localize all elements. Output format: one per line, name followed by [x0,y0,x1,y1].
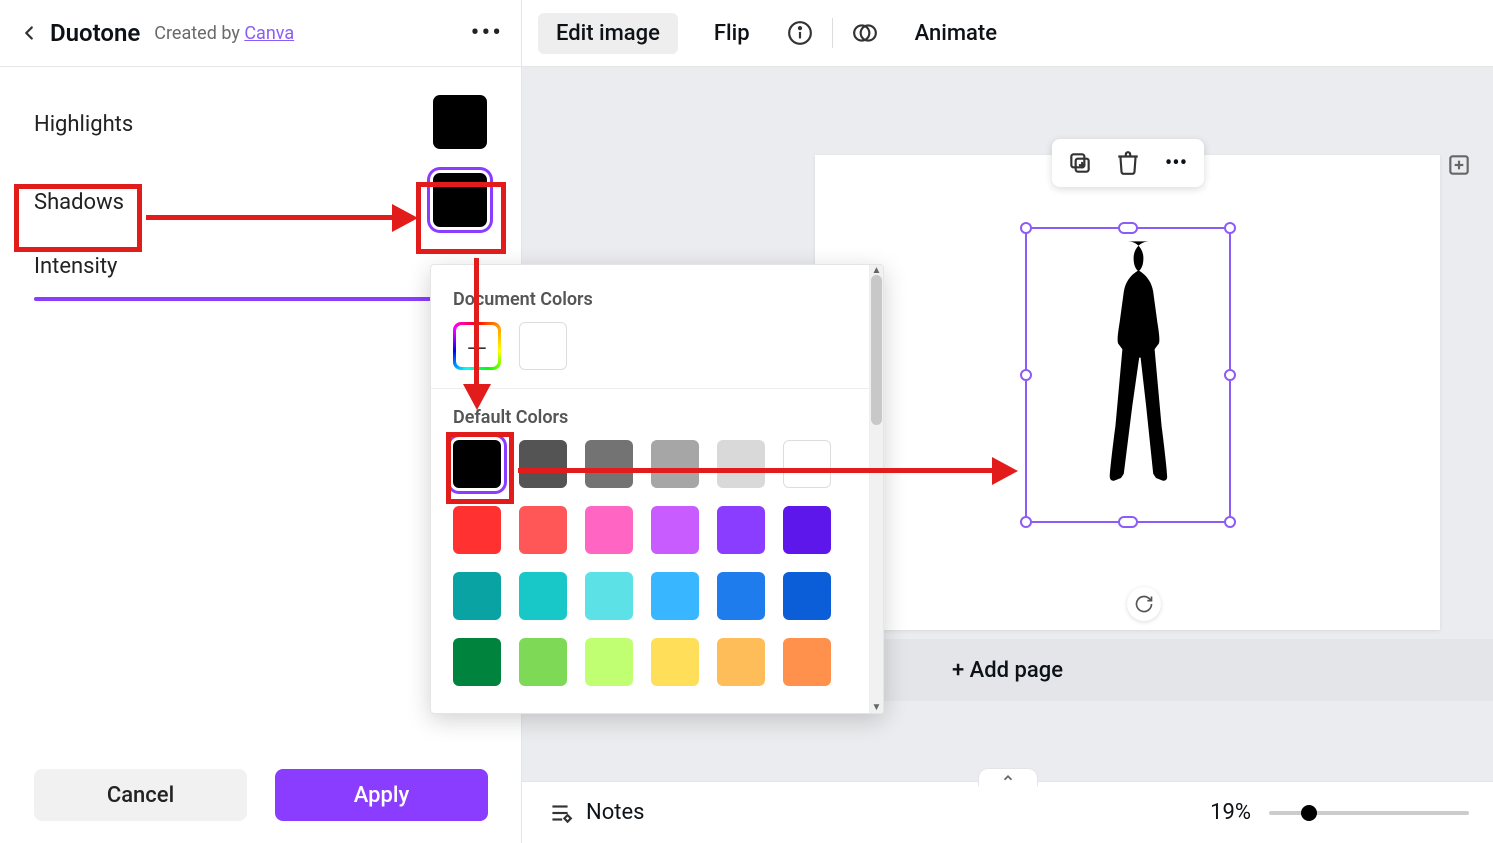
zoom-percent[interactable]: 19% [1210,800,1251,825]
add-page-icon[interactable] [1445,151,1473,179]
color-swatch[interactable] [453,572,501,620]
edit-image-button[interactable]: Edit image [538,13,678,54]
color-swatch[interactable] [519,638,567,686]
flip-button[interactable]: Flip [696,13,768,54]
separator [832,18,833,48]
highlights-label: Highlights [34,112,133,137]
color-swatch[interactable] [783,572,831,620]
top-toolbar: Edit image Flip Animate [522,0,1493,67]
info-icon[interactable] [786,19,814,47]
resize-handle[interactable] [1020,516,1032,528]
back-icon[interactable] [18,22,40,44]
zoom-thumb[interactable] [1301,805,1317,821]
intensity-slider[interactable] [34,297,487,301]
highlights-row: Highlights [34,85,487,163]
color-swatch[interactable] [453,440,501,488]
add-page-label: + Add page [952,658,1063,683]
more-icon[interactable]: ••• [471,18,503,48]
panel-title: Duotone [50,19,140,47]
trash-icon[interactable] [1114,149,1142,177]
color-swatch[interactable] [519,440,567,488]
color-swatch[interactable] [783,440,831,488]
color-swatch[interactable] [651,440,699,488]
color-swatch[interactable] [717,506,765,554]
resize-handle[interactable] [1118,516,1138,528]
document-colors-label: Document Colors [453,289,847,310]
notes-label[interactable]: Notes [586,800,644,825]
color-swatch[interactable] [453,506,501,554]
created-by-label: Created by Canva [154,23,294,44]
color-swatch[interactable] [717,572,765,620]
color-swatch[interactable] [717,440,765,488]
shadows-label: Shadows [34,190,124,215]
color-swatch[interactable] [717,638,765,686]
scroll-thumb[interactable] [871,275,882,425]
duplicate-icon[interactable] [1066,149,1094,177]
separator [431,388,869,389]
more-element-icon[interactable]: ••• [1162,149,1190,177]
color-popover: Document Colors ＋ Default Colors ▲ ▼ [430,264,884,714]
color-swatch[interactable] [585,506,633,554]
silhouette-image[interactable] [1053,233,1203,517]
design-page[interactable] [815,155,1440,630]
shadows-row: Shadows [34,163,487,241]
zoom-slider[interactable] [1269,811,1469,815]
color-swatch[interactable] [651,506,699,554]
color-swatch[interactable] [585,572,633,620]
resize-handle[interactable] [1020,222,1032,234]
transparency-icon[interactable] [851,19,879,47]
shadows-swatch[interactable] [433,173,487,227]
highlights-swatch[interactable] [433,95,487,149]
sync-icon[interactable] [1127,587,1161,621]
color-swatch[interactable] [519,506,567,554]
notes-icon[interactable] [546,799,574,827]
popover-scrollbar[interactable]: ▲ ▼ [869,265,883,713]
collapse-tab[interactable] [978,768,1038,786]
add-color-button[interactable]: ＋ [453,322,501,370]
creator-link[interactable]: Canva [244,23,294,44]
color-swatch[interactable] [651,638,699,686]
color-swatch[interactable] [783,638,831,686]
resize-handle[interactable] [1118,222,1138,234]
color-swatch[interactable] [783,506,831,554]
selection-box[interactable] [1025,227,1231,523]
element-toolbar: ••• [1052,139,1204,187]
scroll-down-icon[interactable]: ▼ [870,702,883,713]
default-colors-label: Default Colors [453,407,847,428]
color-swatch[interactable] [651,572,699,620]
color-swatch[interactable] [585,440,633,488]
status-bar: Notes 19% [522,781,1493,843]
apply-button[interactable]: Apply [275,769,488,821]
resize-handle[interactable] [1224,222,1236,234]
created-by-prefix: Created by [154,23,244,44]
color-swatch[interactable] [519,572,567,620]
cancel-button[interactable]: Cancel [34,769,247,821]
intensity-row: Intensity [34,241,487,291]
intensity-label: Intensity [34,254,117,279]
resize-handle[interactable] [1224,516,1236,528]
color-swatch[interactable] [585,638,633,686]
color-swatch[interactable] [453,638,501,686]
color-swatch[interactable] [519,322,567,370]
resize-handle[interactable] [1224,369,1236,381]
animate-button[interactable]: Animate [897,13,1015,54]
resize-handle[interactable] [1020,369,1032,381]
